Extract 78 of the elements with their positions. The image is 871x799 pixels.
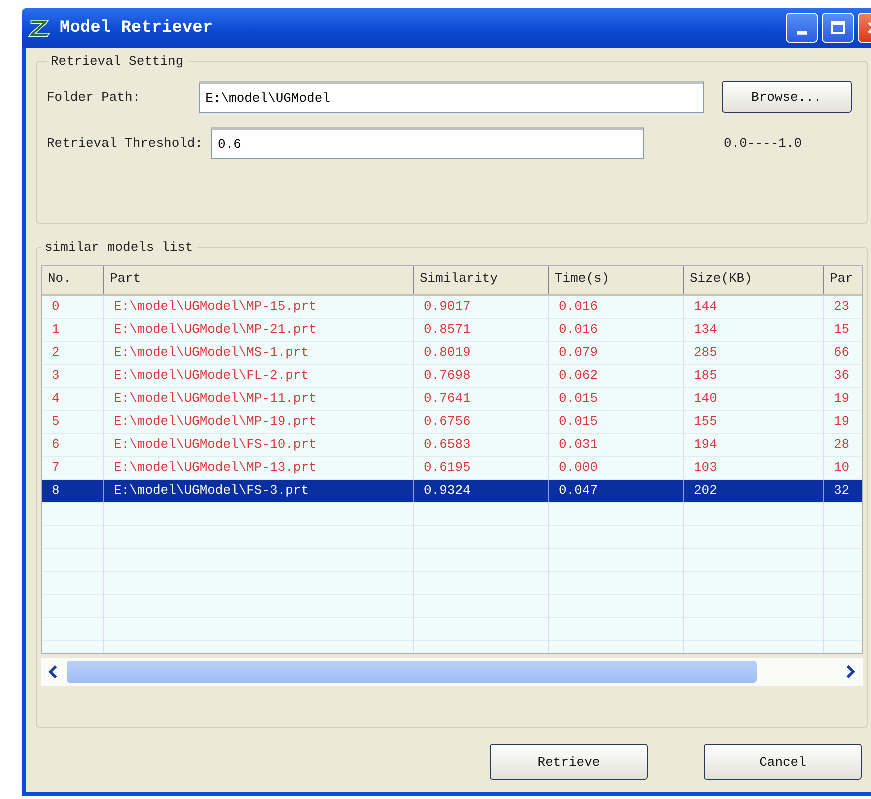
column-header[interactable]: Time(s) [549, 266, 684, 294]
table-cell: 0.6583 [414, 434, 549, 457]
table-cell: 1 [42, 319, 104, 342]
table-cell: 23 [824, 296, 862, 319]
maximize-button[interactable] [822, 13, 854, 43]
table-cell: 0.079 [549, 342, 684, 365]
table-cell: 144 [684, 296, 824, 319]
dialog-button[interactable]: Cancel [704, 744, 862, 780]
dialog-button[interactable]: Retrieve [490, 744, 648, 780]
table-cell: 36 [824, 365, 862, 388]
table-cell: E:\model\UGModel\FL-2.prt [104, 365, 414, 388]
table-cell: 0.8019 [414, 342, 549, 365]
column-header[interactable]: Similarity [414, 266, 549, 294]
table-cell: E:\model\UGModel\MP-21.prt [104, 319, 414, 342]
table-cell: 134 [684, 319, 824, 342]
table-cell: 185 [684, 365, 824, 388]
scroll-thumb[interactable] [67, 661, 757, 683]
table-cell: 0 [42, 296, 104, 319]
table-cell: 19 [824, 411, 862, 434]
table-cell: 194 [684, 434, 824, 457]
table-cell: 0.9324 [414, 480, 549, 503]
table-cell: 155 [684, 411, 824, 434]
table-cell: E:\model\UGModel\FS-3.prt [104, 480, 414, 503]
table-cell: E:\model\UGModel\MP-15.prt [104, 296, 414, 319]
table-cell: E:\model\UGModel\MP-11.prt [104, 388, 414, 411]
minimize-button[interactable] [786, 13, 818, 43]
table-cell: 5 [42, 411, 104, 434]
table-row[interactable]: 1 E:\model\UGModel\MP-21.prt 0.8571 0.016 134 15 [42, 319, 862, 342]
group-title: Retrieval Setting [50, 54, 185, 69]
table-row[interactable]: 2 E:\model\UGModel\MS-1.prt 0.8019 0.079 285 66 [42, 342, 862, 365]
table-cell: 0.015 [549, 411, 684, 434]
table-cell: 0.015 [549, 388, 684, 411]
folder-path-label: Folder Path: [47, 90, 141, 104]
table-cell: 6 [42, 434, 104, 457]
table-cell: 28 [824, 434, 862, 457]
table-cell: 0.031 [549, 434, 684, 457]
table-cell: 0.9017 [414, 296, 549, 319]
table-row[interactable]: 3 E:\model\UGModel\FL-2.prt 0.7698 0.062 185 36 [42, 365, 862, 388]
table-row[interactable]: 6 E:\model\UGModel\FS-10.prt 0.6583 0.031 194 28 [42, 434, 862, 457]
table-row[interactable]: 4 E:\model\UGModel\MP-11.prt 0.7641 0.015 140 19 [42, 388, 862, 411]
table-cell: 0.8571 [414, 319, 549, 342]
minimize-icon [797, 31, 807, 35]
table-row[interactable]: 5 E:\model\UGModel\MP-19.prt 0.6756 0.015 155 19 [42, 411, 862, 434]
table-cell: 3 [42, 365, 104, 388]
table-cell: 15 [824, 319, 862, 342]
table-cell: E:\model\UGModel\MP-19.prt [104, 411, 414, 434]
range-hint: 0.0----1.0 [724, 136, 802, 150]
browse-button[interactable]: Browse... [722, 81, 852, 113]
table-cell: 0.016 [549, 296, 684, 319]
table-cell: E:\model\UGModel\FS-10.prt [104, 434, 414, 457]
table-cell: 0.047 [549, 480, 684, 503]
horizontal-scrollbar[interactable] [41, 658, 863, 686]
table-cell: 32 [824, 480, 862, 503]
threshold-field[interactable]: 0.6 [211, 127, 644, 159]
threshold-label: Retrieval Threshold: [47, 136, 204, 150]
table-cell: 0.7641 [414, 388, 549, 411]
table-cell: 0.6756 [414, 411, 549, 434]
column-header[interactable]: Par [824, 266, 862, 294]
column-header[interactable]: Part [104, 266, 414, 294]
table-cell: 66 [824, 342, 862, 365]
table-cell: 0.7698 [414, 365, 549, 388]
table-cell: E:\model\UGModel\MS-1.prt [104, 342, 414, 365]
table-cell: 202 [684, 480, 824, 503]
table-cell: 140 [684, 388, 824, 411]
table-cell: 2 [42, 342, 104, 365]
table-cell: 0.062 [549, 365, 684, 388]
group-title: similar models list [44, 240, 194, 255]
column-header[interactable]: Size(KB) [684, 266, 824, 294]
table-cell: 4 [42, 388, 104, 411]
table-row[interactable]: 0 E:\model\UGModel\MP-15.prt 0.9017 0.016 144 23 [42, 296, 862, 319]
table-cell: 285 [684, 342, 824, 365]
table-cell: 0.016 [549, 319, 684, 342]
column-header[interactable]: No. [42, 266, 104, 294]
table-cell: 8 [42, 480, 104, 503]
table-cell: 19 [824, 388, 862, 411]
table-row[interactable]: 8 E:\model\UGModel\FS-3.prt 0.9324 0.047 202 32 [42, 480, 862, 503]
window-title: Model Retriever [60, 18, 214, 38]
folder-path-field[interactable]: E:\model\UGModel [198, 81, 704, 113]
